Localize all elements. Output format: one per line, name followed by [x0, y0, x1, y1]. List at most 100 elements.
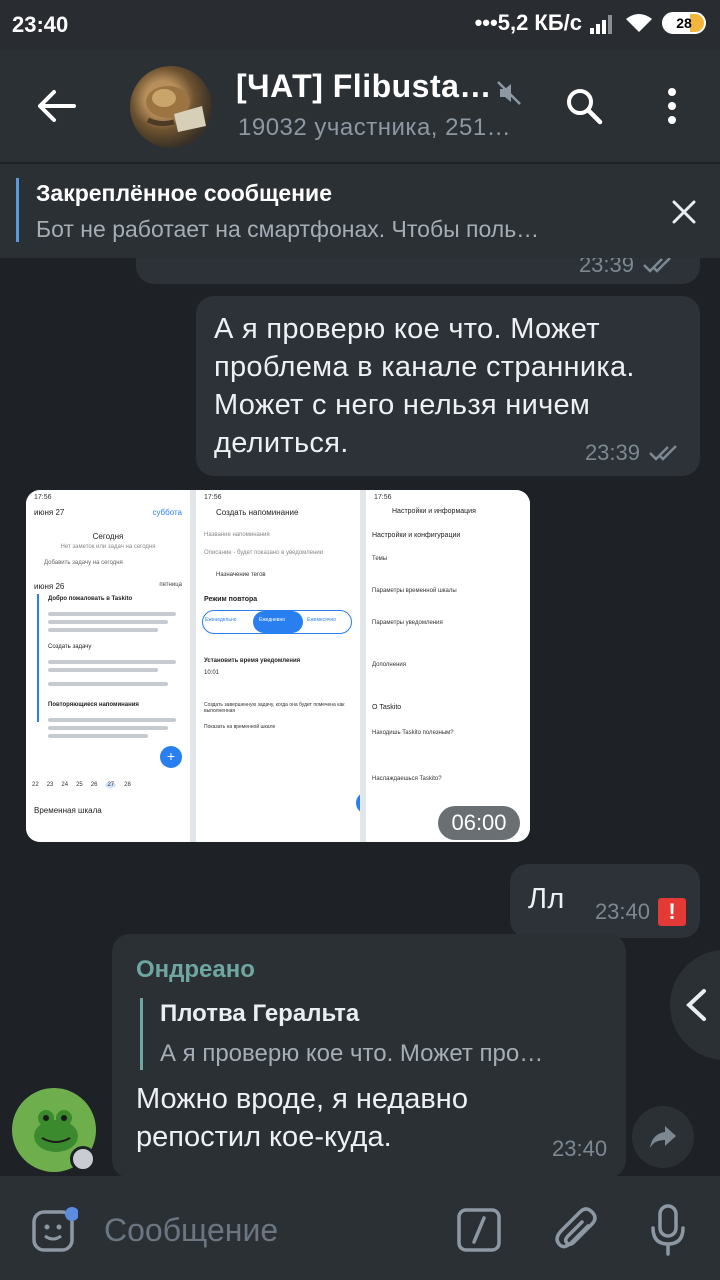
- fab-add-icon: +: [160, 746, 182, 768]
- pinned-text: Бот не работает на смартфонах. Чтобы пол…: [36, 216, 540, 242]
- day: 28: [124, 782, 131, 788]
- panel-check: Показать на временной шкале: [204, 724, 276, 730]
- message-line: Можно вроде, я недавно: [136, 1083, 468, 1115]
- previous-message-bubble[interactable]: 23:39: [136, 258, 700, 284]
- close-pinned-icon[interactable]: [670, 198, 698, 226]
- message-meta: 23:40 !: [595, 898, 686, 926]
- panel-repeat: Режим повтора: [204, 596, 258, 603]
- message-meta: 23:39: [585, 440, 682, 466]
- panel-field: Название напоминания: [204, 532, 270, 538]
- status-right: •••5,2 КБ/с 28: [475, 10, 706, 36]
- pinned-bar: [16, 178, 19, 242]
- read-check-icon: [643, 258, 671, 273]
- bot-command-icon[interactable]: [456, 1206, 504, 1254]
- message-input-bar: Сообщение: [0, 1176, 720, 1280]
- panel-title: Создать напоминание: [216, 508, 299, 517]
- message-line: Может с него нельзя ничем: [214, 389, 591, 421]
- microphone-icon[interactable]: [650, 1204, 686, 1256]
- day: 23: [46, 782, 54, 788]
- forward-icon: [650, 1126, 676, 1148]
- online-status-indicator: [70, 1146, 96, 1172]
- message-line: А я проверю кое что. Может: [214, 313, 600, 345]
- video-duration: 06:00: [438, 806, 520, 840]
- repeat-option: Ежемесячно: [307, 617, 337, 623]
- panel-item: Создать задачу: [48, 644, 92, 650]
- chat-subtitle: 19032 участника, 251…: [238, 114, 512, 141]
- message-time: 23:40: [552, 1136, 608, 1161]
- chat-avatar[interactable]: [130, 66, 212, 148]
- screenshot-panel-reminder: 17:56 Создать напоминание Название напом…: [196, 490, 378, 842]
- day: 26: [90, 782, 98, 788]
- more-vert-icon[interactable]: [660, 86, 684, 126]
- panel-title: Сегодня: [92, 532, 124, 541]
- day-strip: 22 23 24 25 26 27 28: [32, 782, 131, 788]
- send-error-icon[interactable]: !: [658, 898, 686, 926]
- forward-button[interactable]: [632, 1106, 694, 1168]
- message-meta: 23:39: [579, 258, 676, 278]
- settings-item: Темы: [372, 556, 388, 562]
- screenshot-panel-timeline: 17:56 июня 27 суббота Сегодня Нет замето…: [26, 490, 190, 842]
- panel-item: Повторяющиеся напоминания: [48, 702, 139, 708]
- panel-status-time: 17:56: [34, 494, 52, 501]
- settings-item: Наслаждаешься Taskito?: [372, 776, 442, 782]
- battery-icon: 28: [662, 12, 706, 34]
- incoming-message[interactable]: Ондреано Плотва Геральта А я проверю кое…: [112, 934, 626, 1178]
- day: 24: [61, 782, 69, 788]
- reply-quote-author[interactable]: Плотва Геральта: [160, 1000, 359, 1028]
- repeat-option: Еженедельно: [205, 617, 237, 623]
- day: 27: [105, 782, 117, 788]
- panel-weekday: суббота: [152, 508, 182, 517]
- timeline-line: [37, 594, 39, 722]
- panel-time: 10:01: [204, 670, 220, 676]
- status-bar: 23:40 •••5,2 КБ/с 28: [0, 0, 720, 50]
- panel-time-label: Установить время уведомления: [204, 658, 301, 664]
- message-time: 23:39: [578, 258, 634, 277]
- message-line: делиться.: [214, 427, 349, 459]
- panel-footer: Временная шкала: [34, 806, 102, 815]
- cat-avatar-image: [146, 86, 206, 132]
- back-arrow-icon[interactable]: [30, 86, 80, 126]
- repeat-option: Ежедневно: [259, 617, 286, 623]
- panel-title: Настройки и информация: [392, 508, 476, 515]
- outgoing-message[interactable]: А я проверю кое что. Может проблема в ка…: [196, 296, 700, 476]
- chat-header: [ЧАТ] Flibusta… 19032 участника, 251…: [0, 50, 720, 162]
- panel-add: Добавить задачу на сегодня: [44, 560, 123, 566]
- panel-date: июня 27: [34, 508, 65, 517]
- status-time: 23:40: [12, 12, 69, 37]
- day: 22: [32, 782, 39, 788]
- panel-tags: Назначение тегов: [216, 572, 266, 578]
- pinned-message[interactable]: Закреплённое сообщение Бот не работает н…: [0, 164, 720, 258]
- panel-check: Создать завершенную задачу, когда она бу…: [204, 702, 345, 714]
- reply-quote-bar: [140, 998, 143, 1070]
- screenshot-panel-settings: 17:56 Настройки и информация Настройки и…: [366, 490, 530, 842]
- settings-item: Параметры временной шкалы: [372, 588, 457, 594]
- message-time: 23:40: [594, 899, 650, 924]
- read-check-icon: [649, 445, 677, 461]
- panel-weekday: пятница: [159, 582, 182, 588]
- repeat-toggle: Еженедельно Ежедневно Ежемесячно: [202, 610, 352, 634]
- search-icon[interactable]: [564, 86, 604, 126]
- day: 25: [76, 782, 83, 788]
- sticker-icon[interactable]: [30, 1206, 78, 1254]
- message-text: Лл: [528, 883, 565, 915]
- chat-title: [ЧАТ] Flibusta…: [236, 68, 492, 104]
- reply-quote-text[interactable]: А я проверю кое что. Может про…: [160, 1040, 543, 1068]
- sender-name[interactable]: Ондреано: [136, 956, 255, 984]
- settings-item: Дополнения: [372, 662, 406, 668]
- panel-subtitle: Нет заметок или задач на сегодня: [60, 544, 156, 550]
- mute-icon: [497, 81, 521, 105]
- panel-date: июня 26: [34, 582, 65, 591]
- outgoing-message[interactable]: Лл 23:40 !: [510, 864, 700, 938]
- chevron-left-icon: [686, 989, 706, 1021]
- panel-status-time: 17:56: [204, 494, 222, 501]
- panel-section: О Taskito: [372, 704, 402, 711]
- attach-icon[interactable]: [554, 1206, 598, 1254]
- message-line: проблема в канале странника.: [214, 351, 635, 383]
- panel-item: Добро пожаловать в Taskito: [48, 596, 133, 602]
- message-input[interactable]: Сообщение: [104, 1212, 278, 1249]
- settings-item: Находишь Taskito полезным?: [372, 730, 454, 736]
- message-text: Можно вроде, я недавно репостил кое-куда…: [136, 1080, 468, 1156]
- panel-status-time: 17:56: [374, 494, 392, 501]
- video-message[interactable]: 17:56 июня 27 суббота Сегодня Нет замето…: [26, 490, 530, 842]
- wifi-icon: [626, 14, 652, 32]
